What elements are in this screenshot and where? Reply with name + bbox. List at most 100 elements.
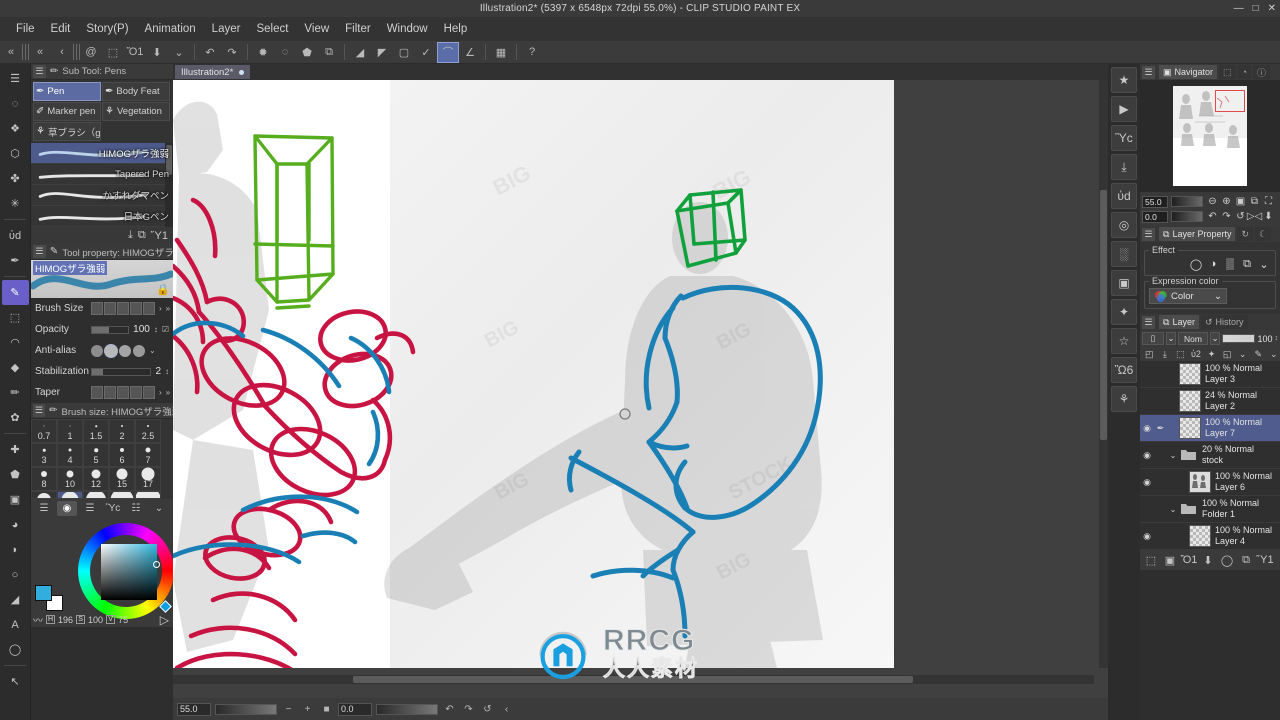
ruler-snap-square[interactable]: ▢	[393, 42, 415, 63]
transfer-down-button[interactable]: ⬇	[1200, 553, 1216, 568]
zoom-slider[interactable]	[215, 703, 277, 715]
brush-item-1[interactable]: 日本Gペン	[31, 206, 173, 227]
opacity-toggle[interactable]: ☑	[162, 325, 169, 334]
draft-dropdown-icon[interactable]: ⌄	[1236, 348, 1249, 360]
material-pattern-icon[interactable]: ░	[1111, 241, 1137, 267]
foreground-color-swatch[interactable]	[35, 585, 52, 601]
layer-panel-tab-2[interactable]: ↺ History	[1200, 315, 1248, 329]
navigator-menu-icon[interactable]: ☰	[1142, 65, 1155, 79]
delete-subtool-button[interactable]: Ὕ1	[151, 230, 168, 242]
quick-access[interactable]: ▦	[490, 42, 512, 63]
anti-alias-caret[interactable]: ⌄	[149, 346, 156, 355]
eyedropper-tool[interactable]: ✒	[2, 248, 29, 273]
blend-mode-thumb[interactable]: ▯	[1142, 332, 1164, 345]
pen-tool[interactable]: ✎	[1, 280, 29, 305]
layer-visibility-icon[interactable]: ◉	[1140, 423, 1154, 434]
save-file[interactable]: ⬇	[146, 42, 168, 63]
brush-size-2.5[interactable]: 2.5	[135, 419, 161, 443]
blend-mode-select[interactable]: Nom	[1178, 332, 1208, 345]
nav-back[interactable]: ‹	[51, 42, 73, 63]
magic-wand-tool[interactable]: ✳	[2, 191, 29, 216]
effect-layer-color-icon[interactable]: ⧉	[1240, 257, 1254, 271]
navigator-tab-4[interactable]: ⓘ	[1253, 65, 1271, 79]
material-frame-icon[interactable]: ▣	[1111, 270, 1137, 296]
brush-size-1.5[interactable]: 1.5	[83, 419, 109, 443]
figure-curve-tool[interactable]: ◗	[2, 537, 29, 562]
zoom-in-button[interactable]: ⊕	[1220, 195, 1233, 208]
value-swatches[interactable]	[91, 386, 155, 399]
value-swatches[interactable]	[91, 302, 155, 315]
layer-expand-caret[interactable]: ⌄	[1167, 505, 1179, 514]
import-subtool-button[interactable]: ⤓	[128, 229, 133, 242]
brush-size-2[interactable]: 2	[109, 419, 135, 443]
maximize-button[interactable]: □	[1253, 3, 1259, 14]
expand-arrow[interactable]: ›	[159, 304, 162, 313]
nav-back-double[interactable]: «	[29, 42, 51, 63]
menu-item-storyp[interactable]: Story(P)	[78, 20, 136, 38]
brush-item-2[interactable]: かすれダマペン	[31, 185, 173, 206]
auto-select-tool[interactable]: ❖	[2, 116, 29, 141]
brush-size-6[interactable]: 6	[109, 443, 135, 467]
delete-layer-button[interactable]: Ὕ1	[1256, 553, 1273, 568]
menu-hamburger[interactable]: ☰	[2, 66, 29, 91]
material-video-icon[interactable]: ▶	[1111, 96, 1137, 122]
layer-property-menu-icon[interactable]: ☰	[1142, 227, 1155, 241]
canvas-vertical-scrollbar[interactable]	[1099, 80, 1108, 668]
navigator-zoom-field[interactable]: 55.0	[1142, 195, 1168, 208]
material-favorite-icon[interactable]: ★	[1111, 67, 1137, 93]
lock-transparent-pixels-icon[interactable]: ⬚	[1174, 348, 1187, 360]
swatch-5[interactable]	[143, 386, 155, 399]
layer-menu-icon[interactable]: ☰	[1142, 315, 1155, 329]
correct-line-tool[interactable]: ↖	[2, 669, 29, 694]
brush-list[interactable]: HIMOGザラ強弱 Tapered Pen かすれダマペン 日本Gペン	[31, 143, 173, 227]
anti-alias-option-4[interactable]	[133, 344, 145, 357]
brush-item-3[interactable]: Tapered Pen	[31, 164, 173, 185]
clip-studio-logo[interactable]: @	[80, 42, 102, 63]
swatch-3[interactable]	[117, 386, 129, 399]
layer-row[interactable]: ◉ ✒ 100 % Normal Layer 7	[1140, 415, 1280, 442]
layer-opacity-spinner[interactable]: ↕	[1275, 335, 1279, 342]
menu-item-edit[interactable]: Edit	[43, 20, 79, 38]
layer-opacity-slider[interactable]	[1222, 334, 1256, 343]
more-tabs[interactable]: ⌄	[149, 501, 169, 516]
layer-property-tab-1[interactable]: ⧉ Layer Property	[1159, 227, 1236, 241]
blend-mode-caret[interactable]: ⌄	[1166, 332, 1176, 345]
new-document[interactable]: ⬚	[102, 42, 124, 63]
menu-item-select[interactable]: Select	[248, 20, 296, 38]
opacity-spinner[interactable]: ↕	[154, 325, 158, 334]
sub-tool-5[interactable]: ⚘ 草ブラシ（g	[33, 122, 101, 141]
layer-row[interactable]: ◉ 100 % Normal Layer 4	[1140, 523, 1280, 550]
swatch-3[interactable]	[117, 302, 129, 315]
rotate-right-button[interactable]: ↷	[1220, 210, 1233, 223]
canvas-stage[interactable]: BIG BIG BIG BIG STOCK BIG BIG	[173, 80, 1108, 668]
ruler-snap-grad[interactable]: ◤	[371, 42, 393, 63]
material-tab[interactable]: Ὓc	[103, 501, 123, 516]
airbrush-tool[interactable]: ◠	[2, 330, 29, 355]
palette-menu-icon[interactable]: ☰	[34, 501, 54, 516]
navigator-tab-1[interactable]: ▣ Navigator	[1159, 65, 1218, 79]
open-file[interactable]: Ὄ1	[124, 42, 146, 63]
marquee-select-tool[interactable]: ⬚	[2, 305, 29, 330]
stabilization-spinner[interactable]: ↕	[165, 367, 169, 376]
color-set-tab[interactable]: ☰	[80, 501, 100, 516]
collapse-arrow[interactable]: »	[166, 388, 170, 397]
brush-size-3[interactable]: 3	[31, 443, 57, 467]
fit-to-screen-button[interactable]: ▣	[1234, 195, 1247, 208]
layer-list[interactable]: 100 % Normal Layer 3 24 % Normal Layer 2 ◉ ✒ 1…	[1140, 361, 1280, 550]
duplicate-subtool-button[interactable]: ⧉	[138, 229, 146, 242]
layer-visibility-icon[interactable]: ◉	[1140, 450, 1154, 461]
navigator-viewport-rect[interactable]	[1215, 90, 1245, 112]
rotation-value-field[interactable]: 0.0	[338, 702, 372, 716]
draft-layer-icon[interactable]: ◱	[1221, 348, 1234, 360]
brush-size-8[interactable]: 8	[31, 467, 57, 491]
selection-marching-ants[interactable]: ✹	[252, 42, 274, 63]
rotation-slider[interactable]	[376, 703, 438, 715]
brush-size-row4-1[interactable]	[31, 491, 57, 499]
layer-row[interactable]: 100 % Normal Layer 3	[1140, 361, 1280, 388]
brush-item-4[interactable]: HIMOGザラ強弱	[31, 143, 173, 164]
blend-tool[interactable]: ✚	[2, 437, 29, 462]
create-mask-button[interactable]: ◯	[1219, 553, 1235, 568]
layer-property-tab-3[interactable]: ☾	[1255, 227, 1272, 241]
material-download-icon[interactable]: ⤓	[1111, 154, 1137, 180]
material-star-icon[interactable]: ☆	[1111, 328, 1137, 354]
